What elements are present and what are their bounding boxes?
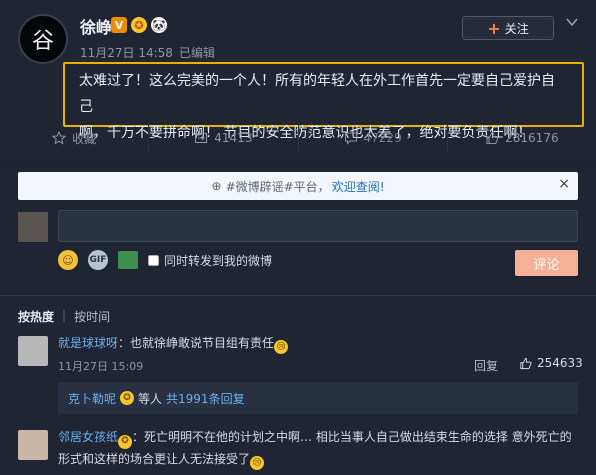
weibo-post: 谷 徐峥 V ✪ 🐼 11月27日 14:58 已编辑 + 关注 太难过了！这么… (0, 0, 596, 160)
comments-section: ⊕ #微博辟谣#平台， 欢迎查阅! × ☺ GIF 同时转发到我的微博 评论 按… (0, 168, 596, 475)
gif-icon[interactable]: GIF (88, 250, 108, 270)
sort-separator: | (62, 308, 67, 322)
commenter-avatar[interactable] (18, 336, 48, 366)
post-meta: 11月27日 14:58 已编辑 (80, 44, 215, 61)
edited-label[interactable]: 已编辑 (179, 44, 215, 61)
like-button[interactable]: 2816176 (448, 124, 596, 152)
post-text-line: 太难过了！这么完美的一个人！所有的年轻人在外工作首先一定要自己爱护自己 (79, 73, 555, 115)
comment-icon (344, 132, 357, 145)
comment-count: 47229 (363, 131, 402, 145)
notice-link[interactable]: 欢迎查阅! (332, 178, 385, 195)
submit-comment-button[interactable]: 评论 (515, 250, 578, 276)
repost-checkbox[interactable] (148, 254, 159, 266)
star-icon (52, 131, 67, 145)
tab-sort-by-time[interactable]: 按时间 (74, 308, 110, 325)
commenter-name[interactable]: 邻居女孩纸 (58, 430, 118, 444)
post-text: 太难过了！这么完美的一个人！所有的年轻人在外工作首先一定要自己爱护自己 啊，千万… (63, 62, 584, 141)
comment-body: ：死亡明明不在他的计划之中啊… 相比当事人自己做出结束生命的选择 意外死亡的形式… (58, 430, 572, 466)
image-icon[interactable] (118, 251, 138, 269)
chevron-down-icon[interactable] (564, 14, 580, 30)
post-date[interactable]: 11月27日 14:58 (80, 44, 173, 61)
verified-badge-icon[interactable]: V (111, 17, 127, 33)
favorite-label: 收藏 (72, 131, 97, 146)
plus-icon: + (487, 18, 501, 38)
divider (0, 295, 596, 296)
comment-body: ：也就徐峥敢说节目组有责任 (118, 336, 275, 350)
section-divider (0, 160, 596, 168)
comment-like-count: 254633 (537, 356, 583, 370)
vip-badge-icon: ✪ (118, 434, 133, 449)
thumbs-up-icon (486, 131, 499, 144)
reply-count-link[interactable]: 共1991条回复 (166, 390, 245, 407)
commenter-name[interactable]: 就是球球呀 (58, 336, 118, 350)
vip-badge-icon[interactable]: ✪ (131, 17, 147, 33)
favorite-button[interactable]: 收藏 (0, 124, 150, 152)
crying-emoji-icon: 😢 (250, 456, 265, 470)
comment-like-button[interactable]: 254633 (519, 356, 583, 370)
reply-mid-text: 等人 (138, 391, 163, 406)
reply-user-link[interactable]: 克卜勒呢 (68, 390, 116, 407)
comment-tools: ☺ GIF 同时转发到我的微博 (58, 250, 272, 270)
reply-button[interactable]: 回复 (474, 357, 498, 374)
crying-emoji-icon: 😢 (274, 340, 289, 354)
comment-text: 邻居女孩纸 ✪ ：死亡明明不在他的计划之中啊… 相比当事人自己做出结束生命的选择 意… (58, 427, 580, 470)
follow-button[interactable]: + 关注 (462, 16, 554, 40)
comment-button[interactable]: 47229 (299, 124, 448, 152)
author-name[interactable]: 徐峥 (80, 14, 112, 38)
thumbs-up-icon (520, 357, 532, 369)
info-icon: ⊕ (211, 179, 222, 193)
like-count: 2816176 (505, 131, 559, 145)
vip-badge-icon: ✪ (120, 391, 135, 405)
comment-time: 11月27日 15:09 (58, 360, 144, 373)
author-avatar[interactable]: 谷 (18, 14, 68, 64)
post-actions-bar: 收藏 41413 47229 2816176 (0, 124, 596, 152)
my-avatar[interactable] (18, 212, 48, 242)
tab-sort-by-hot[interactable]: 按热度 (18, 308, 54, 325)
sort-tabs: 按热度 | 按时间 (18, 308, 110, 325)
comment-input[interactable] (58, 210, 578, 242)
avatar-glyph: 谷 (31, 29, 54, 54)
reply-summary: 克卜勒呢 ✪ 等人 共1991条回复 (58, 382, 578, 414)
panda-badge-icon[interactable]: 🐼 (151, 17, 167, 33)
repost-icon (195, 133, 208, 143)
commenter-avatar[interactable] (18, 430, 48, 460)
repost-button[interactable]: 41413 (149, 124, 299, 152)
close-icon[interactable]: × (558, 176, 570, 192)
repost-count: 41413 (214, 131, 253, 145)
comment-text: 就是球球呀：也就徐峥敢说节目组有责任 😢 (58, 334, 289, 354)
follow-label: 关注 (504, 21, 529, 36)
author-badges: V ✪ 🐼 (111, 17, 167, 33)
notice-text: #微博辟谣#平台， (225, 179, 330, 194)
emoji-icon[interactable]: ☺ (58, 250, 78, 270)
repost-checkbox-label[interactable]: 同时转发到我的微博 (164, 252, 272, 269)
rumor-notice-banner: ⊕ #微博辟谣#平台， 欢迎查阅! × (18, 172, 578, 200)
